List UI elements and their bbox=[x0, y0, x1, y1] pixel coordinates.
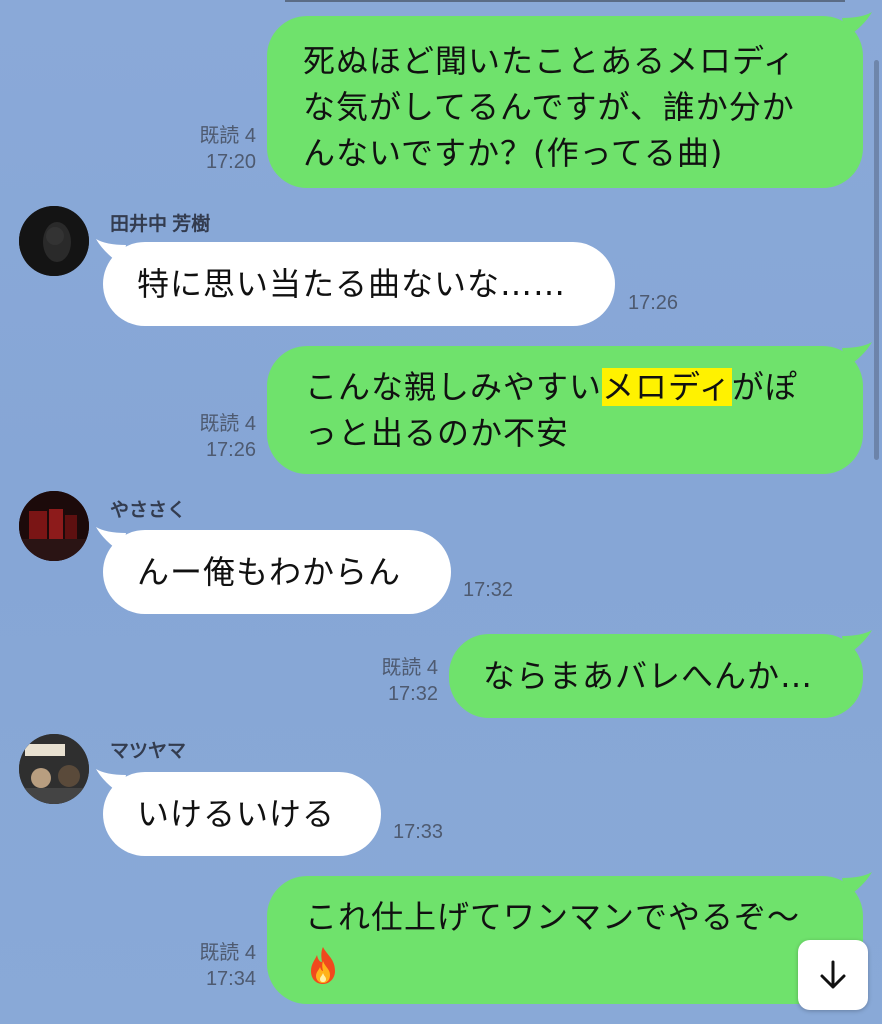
message-line: 死ぬほど聞いたことあるメロディ bbox=[303, 42, 796, 80]
message-meta: 既読 4 17:34 bbox=[170, 940, 256, 992]
timestamp: 17:32 bbox=[387, 683, 438, 705]
arrow-down-icon bbox=[820, 960, 846, 989]
outgoing-message-bubble[interactable]: こんな親しみやすいメロディがぽ っと出るのか不安 bbox=[267, 346, 863, 474]
bubble-tail bbox=[842, 12, 872, 38]
chat-view[interactable]: 既読 4 17:20 死ぬほど聞いたことあるメロディ な気がしてるんですが、誰か… bbox=[0, 0, 882, 1024]
bubble-tail bbox=[842, 872, 872, 898]
timestamp: 17:26 bbox=[628, 292, 679, 314]
incoming-message-bubble[interactable]: んー俺もわからん bbox=[103, 530, 451, 614]
bubble-tail bbox=[842, 342, 872, 368]
outgoing-message-bubble[interactable]: 死ぬほど聞いたことあるメロディ な気がしてるんですが、誰か分か んないですか？(… bbox=[267, 16, 863, 188]
incoming-message-bubble[interactable]: いけるいける bbox=[103, 772, 381, 856]
message-text: 特に思い当たる曲ないな…… bbox=[137, 265, 567, 303]
timestamp: 17:20 bbox=[205, 151, 256, 173]
bubble-tail bbox=[96, 239, 126, 265]
message-line: っと出るのか不安 bbox=[305, 414, 570, 452]
avatar[interactable] bbox=[19, 206, 89, 276]
message-text: がぽ bbox=[731, 368, 798, 406]
timestamp: 17:33 bbox=[393, 821, 444, 843]
read-receipt: 既読 4 bbox=[199, 942, 256, 964]
timestamp: 17:26 bbox=[205, 439, 256, 461]
timestamp: 17:32 bbox=[463, 579, 514, 601]
read-receipt: 既読 4 bbox=[381, 657, 438, 679]
message-line: これ仕上げてワンマンでやるぞ〜 bbox=[305, 898, 801, 936]
scrollbar[interactable] bbox=[874, 60, 879, 460]
avatar[interactable] bbox=[19, 734, 89, 804]
bubble-tail bbox=[96, 769, 126, 795]
timestamp: 17:34 bbox=[205, 968, 256, 990]
avatar[interactable] bbox=[19, 491, 89, 561]
message-text: んー俺もわからん bbox=[137, 553, 402, 591]
read-receipt: 既読 4 bbox=[199, 125, 256, 147]
sender-name: やささく bbox=[110, 500, 187, 521]
previous-bubble-edge bbox=[285, 0, 845, 2]
message-line: んないですか？(作ってる曲) bbox=[303, 134, 724, 172]
avatar-image bbox=[19, 206, 89, 276]
message-meta: 既読 4 17:32 bbox=[352, 655, 438, 707]
avatar-image bbox=[19, 491, 89, 561]
bubble-tail bbox=[842, 630, 872, 656]
message-meta: 既読 4 17:20 bbox=[170, 123, 256, 175]
scroll-to-bottom-button[interactable] bbox=[798, 940, 868, 1010]
incoming-message-bubble[interactable]: 特に思い当たる曲ないな…… bbox=[103, 242, 615, 326]
sender-name: 田井中 芳樹 bbox=[110, 214, 211, 235]
message-line: こんな親しみやすいメロディがぽ bbox=[305, 364, 833, 410]
outgoing-message-bubble[interactable]: これ仕上げてワンマンでやるぞ〜 bbox=[267, 876, 863, 1004]
read-receipt: 既読 4 bbox=[199, 413, 256, 435]
message-line bbox=[305, 940, 843, 986]
message-text: いけるいける bbox=[137, 795, 336, 833]
search-highlight: メロディ bbox=[602, 368, 732, 406]
outgoing-message-bubble[interactable]: ならまあバレへんか… bbox=[449, 634, 863, 718]
bubble-tail bbox=[96, 527, 126, 553]
message-text: ならまあバレへんか… bbox=[483, 657, 814, 695]
sender-name: マツヤマ bbox=[110, 741, 187, 762]
message-line: な気がしてるんですが、誰か分か bbox=[303, 88, 795, 126]
avatar-image bbox=[19, 734, 89, 804]
message-meta: 既読 4 17:26 bbox=[170, 411, 256, 463]
fire-icon bbox=[311, 947, 335, 984]
message-text: こんな親しみやすい bbox=[305, 368, 603, 406]
